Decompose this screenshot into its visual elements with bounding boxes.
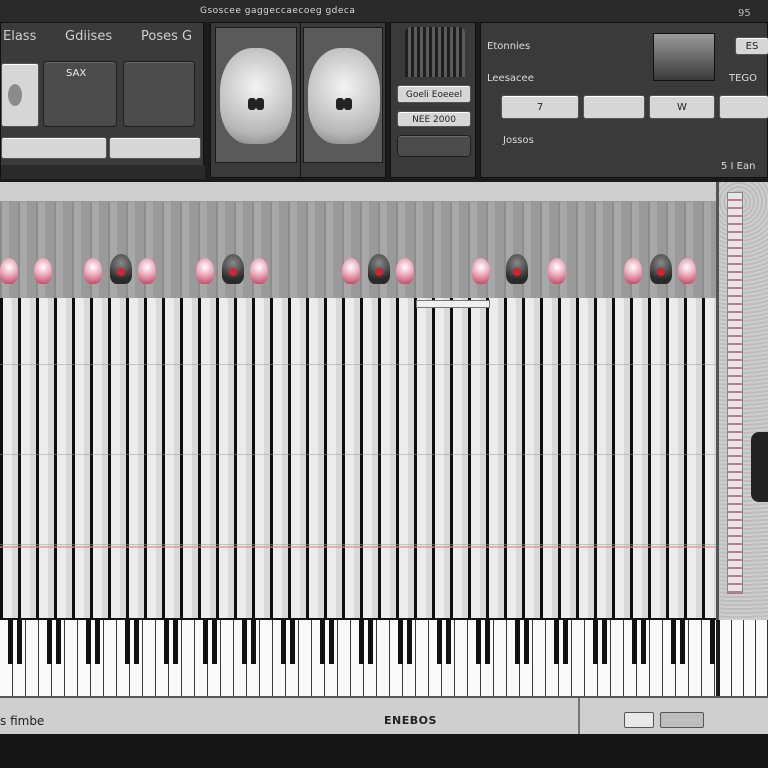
knob-group-5[interactable] [472, 252, 568, 296]
header-left-panel: Elass Gdiises Poses G SAX [0, 22, 205, 179]
mask-icon [220, 48, 292, 144]
label-mid: Leesacee [487, 73, 534, 84]
corner-number: 95 [738, 8, 751, 19]
slot-button-2[interactable] [109, 137, 201, 159]
header-right-panel: Etonnies Leesacee ES TEGO 7 W Jossos 5 I… [480, 22, 768, 178]
status-bar: s fimbe ENEBOS [0, 696, 768, 736]
control-button-2[interactable] [583, 95, 645, 119]
control-button-1[interactable]: 7 [501, 95, 579, 119]
knob-group-3[interactable] [196, 252, 276, 296]
track-header [0, 182, 716, 202]
speaker-grill-panel: Goeli Eoeeel NEE 2000 [390, 22, 476, 178]
playhead-marker[interactable] [416, 300, 490, 308]
grill-icon [405, 27, 465, 77]
preset-label-2[interactable]: NEE 2000 [397, 111, 471, 127]
tag-top[interactable]: ES [735, 37, 768, 55]
side-keyboard[interactable] [720, 620, 768, 696]
side-trim [727, 192, 743, 594]
piano-keyboard[interactable] [0, 618, 716, 696]
status-divider [578, 698, 580, 736]
tab-2[interactable]: Gdiises [65, 29, 112, 44]
bottom-frame [0, 734, 768, 768]
status-center-text: ENEBOS [384, 714, 437, 727]
tag-mid: TEGO [729, 73, 758, 84]
title-bar: Gsoscee gaggeccaecoeg gdeca 95 [0, 0, 768, 22]
knob-group-6[interactable] [624, 252, 704, 296]
tab-1[interactable]: Elass [3, 29, 36, 44]
face-slot-2 [303, 27, 383, 163]
speaker-icon [8, 84, 22, 106]
window-title: Gsoscee gaggeccaecoeg gdeca [200, 6, 356, 16]
preset-button[interactable] [397, 135, 471, 157]
speaker-button[interactable] [1, 63, 39, 127]
main-editor [0, 182, 716, 696]
slot-button-1[interactable] [1, 137, 107, 159]
corner-label: 5 I Ean [721, 161, 756, 172]
field-label: Jossos [503, 135, 534, 146]
preset-label-1[interactable]: Goeli Eoeeel [397, 85, 471, 103]
control-button-3[interactable]: W [649, 95, 715, 119]
controls-row [0, 202, 716, 298]
label-top: Etonnies [487, 41, 531, 52]
sax-label: SAX [66, 68, 87, 79]
settings-icon[interactable] [660, 712, 704, 728]
drag-handle[interactable] [751, 432, 768, 502]
knob-group-4[interactable] [342, 252, 422, 296]
empty-pad-button[interactable] [123, 61, 195, 127]
pen-icon[interactable] [624, 712, 654, 728]
control-button-4[interactable] [719, 95, 768, 119]
knob-group-1[interactable] [0, 252, 60, 296]
mask-icon [308, 48, 380, 144]
waveform-icon [653, 33, 715, 81]
knob-group-2[interactable] [84, 252, 164, 296]
panel-footer [1, 165, 205, 179]
face-panel-1 [210, 22, 302, 178]
side-panel [716, 182, 768, 620]
sax-button[interactable]: SAX [43, 61, 117, 127]
tab-3[interactable]: Poses G [141, 29, 192, 44]
face-panel-2 [300, 22, 386, 178]
face-slot-1 [215, 27, 297, 163]
status-left-text: s fimbe [0, 714, 45, 728]
